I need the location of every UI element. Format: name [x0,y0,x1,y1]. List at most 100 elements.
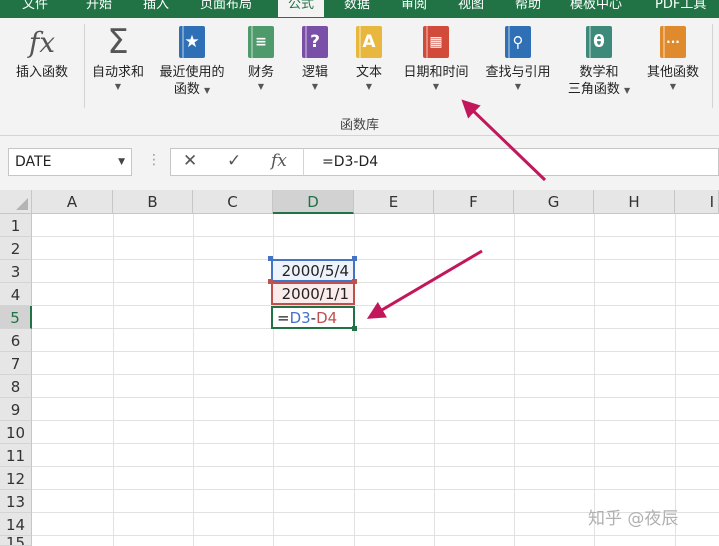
chevron-down-icon: ▼ [257,82,265,91]
chevron-down-icon: ▼ [204,86,211,95]
financial-button[interactable]: ≡ 财务 ▼ [238,24,284,93]
column-header-i[interactable]: I [675,190,719,214]
gridline [32,259,719,260]
range-handle-d4-top-left[interactable] [268,279,273,284]
lookup-reference-label: 查找与引用 [485,65,551,80]
tab-home[interactable]: 开始 [86,0,112,17]
row-header-6[interactable]: 6 [0,329,32,352]
gridline [32,305,719,306]
formula-input[interactable]: =D3-D4 [303,148,719,176]
formula-bar: DATE ▼ ⋮ ✕ ✓ fx =D3-D4 [0,136,719,190]
row-header-5[interactable]: 5 [0,306,32,329]
formula-bar-grip-icon[interactable]: ⋮ [147,152,161,168]
gridline [193,214,194,546]
gridline [32,328,719,329]
logical-label: 逻辑 [301,65,328,80]
column-header-c[interactable]: C [193,190,273,214]
gridline [32,535,719,536]
cell-d4[interactable]: 2000/1/1 [271,282,355,305]
math-trig-button[interactable]: θ 数学和 三角函数 ▼ [560,24,638,99]
gridline [32,374,719,375]
row-header-14[interactable]: 14 [0,513,32,536]
theta-book-icon: θ [586,26,612,58]
sigma-icon: Σ [107,22,129,62]
calendar-book-icon: ▦ [423,26,449,58]
row-header-15[interactable]: 15 [0,536,32,546]
math-trig-label-2: 三角函数 [567,82,620,97]
lookup-reference-button[interactable]: ⚲ 查找与引用 ▼ [478,24,558,93]
recently-used-label-2: 函数 [173,82,200,97]
more-functions-label: 其他函数 [646,65,699,80]
autosum-button[interactable]: Σ 自动求和 ▼ [86,22,150,93]
column-header-d[interactable]: D [273,190,354,214]
name-box-value: DATE [15,154,52,170]
gridline [32,443,719,444]
financial-label: 财务 [247,65,274,80]
row-header-11[interactable]: 11 [0,444,32,467]
fx-icon: fx [28,25,56,59]
row-header-10[interactable]: 10 [0,421,32,444]
cancel-icon[interactable]: ✕ [183,151,197,171]
tab-view[interactable]: 视图 [458,0,484,17]
math-trig-label: 数学和 [579,65,619,80]
row-header-12[interactable]: 12 [0,467,32,490]
insert-function-button[interactable]: fx 插入函数 [8,24,76,81]
gridline [434,214,435,546]
text-book-icon: A [356,26,382,58]
ribbon-tab-strip: 文件 开始 插入 页面布局 公式 数据 审阅 视图 帮助 模板中心 PDF工具 [0,0,719,18]
row-header-4[interactable]: 4 [0,283,32,306]
tab-help[interactable]: 帮助 [515,0,541,17]
tab-file[interactable]: 文件 [22,0,48,17]
row-header-9[interactable]: 9 [0,398,32,421]
chevron-down-icon[interactable]: ▼ [118,149,125,175]
range-handle-d3-top-right[interactable] [352,256,357,261]
formula-ref-d4: D4 [316,309,338,327]
star-book-icon: ★ [179,26,205,58]
row-header-2[interactable]: 2 [0,237,32,260]
gridline [594,214,595,546]
column-header-f[interactable]: F [434,190,514,214]
text-button[interactable]: A 文本 ▼ [346,24,392,93]
select-all-button[interactable] [0,190,32,214]
row-header-7[interactable]: 7 [0,352,32,375]
cell-d3[interactable]: 2000/5/4 [271,259,355,282]
tab-template-center[interactable]: 模板中心 [570,0,622,17]
row-header-13[interactable]: 13 [0,490,32,513]
date-time-button[interactable]: ▦ 日期和时间 ▼ [396,24,476,93]
cell-d5-active[interactable]: =D3-D4 [271,306,355,329]
chevron-down-icon: ▼ [669,82,677,91]
row-header-1[interactable]: 1 [0,214,32,237]
row-header-3[interactable]: 3 [0,260,32,283]
formula-ref-d3: D3 [289,309,311,327]
text-label: 文本 [355,65,382,80]
gridline [32,282,719,283]
tab-page-layout[interactable]: 页面布局 [200,0,252,17]
watermark: 知乎 @夜辰 [588,509,679,529]
logical-button[interactable]: ? 逻辑 ▼ [292,24,338,93]
column-header-a[interactable]: A [32,190,113,214]
tab-insert[interactable]: 插入 [143,0,169,17]
range-handle-d3-top-left[interactable] [268,256,273,261]
gridline [32,489,719,490]
tab-formulas[interactable]: 公式 [278,0,325,17]
recently-used-button[interactable]: ★ 最近使用的 函数 ▼ [152,24,232,99]
column-header-g[interactable]: G [514,190,594,214]
column-header-b[interactable]: B [113,190,193,214]
name-box[interactable]: DATE ▼ [8,148,132,176]
tab-data[interactable]: 数据 [344,0,370,17]
tab-review[interactable]: 审阅 [401,0,427,17]
column-header-h[interactable]: H [594,190,675,214]
ribbon-separator [84,24,85,108]
insert-function-fx-icon[interactable]: fx [271,151,287,171]
more-functions-button[interactable]: ··· 其他函数 ▼ [640,24,706,93]
fill-handle[interactable] [352,326,357,331]
gridline [32,397,719,398]
gridline [32,466,719,467]
column-header-e[interactable]: E [354,190,434,214]
tab-pdf-tools[interactable]: PDF工具 [655,0,706,17]
enter-check-icon[interactable]: ✓ [227,151,241,171]
range-handle-d4-top-right[interactable] [352,279,357,284]
worksheet-grid[interactable]: A B C D E F G H I 1 2 3 4 5 6 7 8 9 10 1… [0,190,719,546]
chevron-down-icon: ▼ [311,82,319,91]
row-header-8[interactable]: 8 [0,375,32,398]
